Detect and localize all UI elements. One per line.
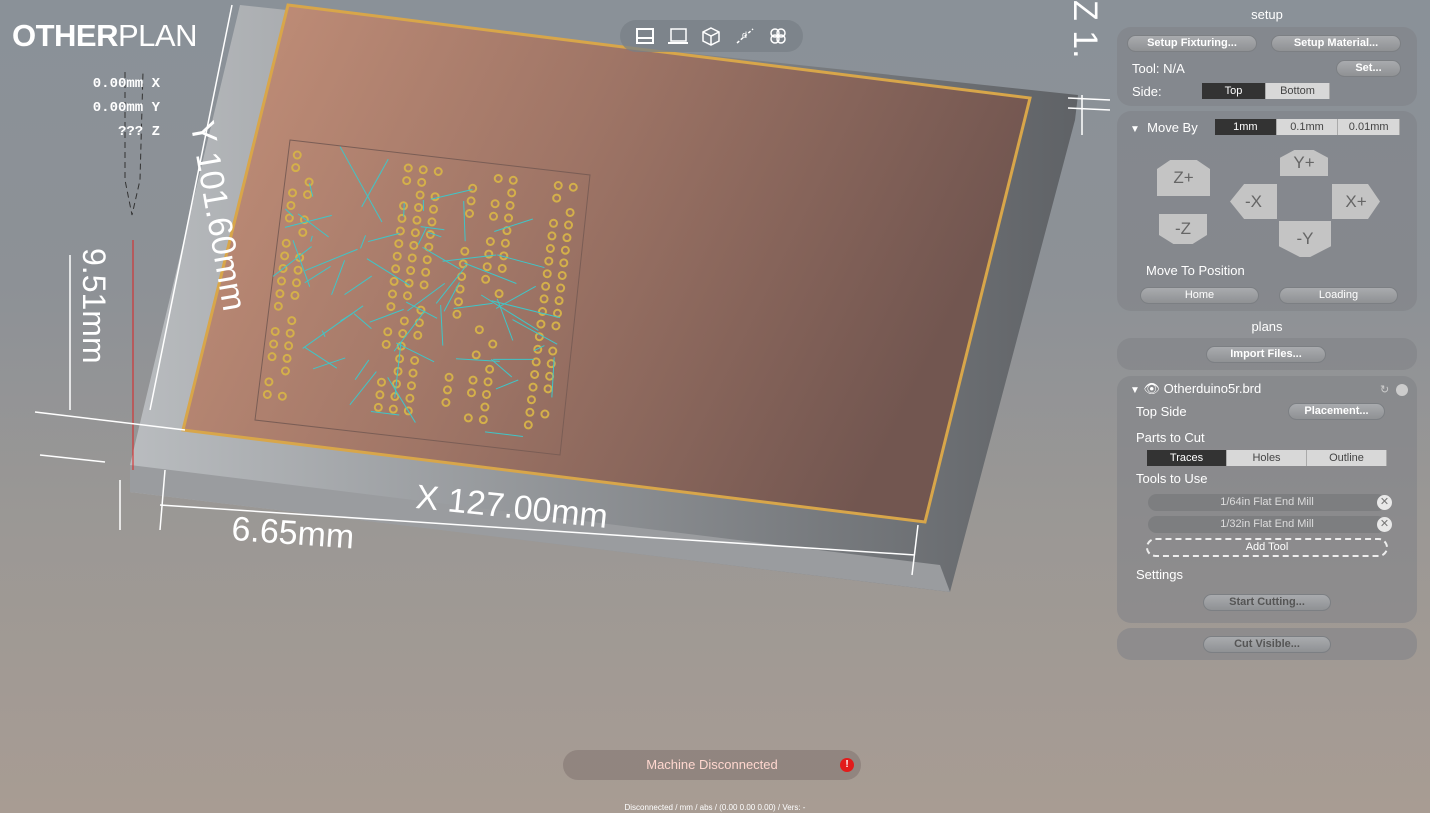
tools-to-use-label: Tools to Use (1136, 471, 1208, 486)
tool-item[interactable]: 1/32in Flat End Mill ✕ (1148, 516, 1392, 533)
parts-to-cut-label: Parts to Cut (1136, 430, 1205, 445)
set-tool-button[interactable]: Set... (1336, 60, 1401, 77)
step-0.01mm[interactable]: 0.01mm (1338, 119, 1401, 135)
remove-tool-icon[interactable]: ✕ (1377, 517, 1392, 532)
otherplan-logo: OTHERPLAN (12, 18, 197, 53)
x-readout: 0.00mm X (92, 76, 160, 92)
start-cutting-button[interactable]: Start Cutting... (1203, 594, 1331, 611)
layers-icon[interactable] (765, 24, 791, 48)
settings-label: Settings (1136, 567, 1183, 582)
tool-item[interactable]: 1/64in Flat End Mill ✕ (1148, 494, 1392, 511)
disclosure-triangle-icon: ▼ (1130, 385, 1140, 396)
y-offset-label: 9.51mm (76, 248, 112, 364)
z-dimension-label: Z 1. (1066, 0, 1104, 59)
side-label: Side: (1132, 84, 1162, 99)
cut-visible-button[interactable]: Cut Visible... (1203, 636, 1331, 653)
loading-button[interactable]: Loading (1279, 287, 1398, 304)
tool-label: Tool: N/A (1132, 61, 1185, 76)
tool-value: N/A (1163, 61, 1185, 76)
jog-z-plus[interactable]: Z+ (1157, 160, 1210, 196)
top-view-icon[interactable] (632, 24, 658, 48)
visibility-eye-icon[interactable]: 👁 (1144, 381, 1161, 396)
z-readout: ??? Z (117, 124, 160, 140)
status-footer: Disconnected / mm / abs / (0.00 0.00 0.0… (624, 803, 806, 812)
plan-file-name: Otherduino5r.brd (1163, 381, 1262, 396)
warning-icon: ! (840, 758, 854, 772)
home-button[interactable]: Home (1140, 287, 1259, 304)
add-tool-button[interactable]: Add Tool (1146, 538, 1388, 557)
ratsnest-line (403, 203, 405, 217)
copper-sheet (181, 3, 1032, 524)
setup-material-button[interactable]: Setup Material... (1271, 35, 1401, 52)
step-1mm[interactable]: 1mm (1215, 119, 1277, 135)
setup-fixturing-button[interactable]: Setup Fixturing... (1127, 35, 1257, 52)
remove-plan-icon[interactable] (1396, 384, 1408, 396)
disclosure-triangle-icon: ▼ (1130, 124, 1140, 135)
3d-viewport[interactable] (0, 0, 1110, 800)
position-readout: 0.00mm X 0.00mm Y ??? Z (60, 72, 160, 144)
plans-title: plans (1251, 319, 1283, 334)
step-selector: 1mm 0.1mm 0.01mm (1215, 119, 1401, 135)
view-toolbar: d (620, 20, 803, 52)
part-traces[interactable]: Traces (1147, 450, 1227, 466)
placement-button[interactable]: Placement... (1288, 403, 1385, 420)
setup-title: setup (1251, 7, 1283, 22)
parts-selector: Traces Holes Outline (1147, 450, 1387, 466)
side-bottom[interactable]: Bottom (1266, 83, 1330, 99)
remove-tool-icon[interactable]: ✕ (1377, 495, 1392, 510)
plan-file-header[interactable]: ▼ 👁 Otherduino5r.brd (1130, 381, 1261, 397)
move-to-position-label: Move To Position (1146, 263, 1245, 278)
iso-view-icon[interactable] (698, 24, 724, 48)
part-outline[interactable]: Outline (1307, 450, 1387, 466)
measure-icon[interactable]: d (732, 24, 758, 48)
refresh-icon[interactable]: ↻ (1380, 383, 1389, 396)
front-view-icon[interactable] (665, 24, 691, 48)
svg-text:d: d (742, 30, 747, 40)
import-files-button[interactable]: Import Files... (1206, 346, 1326, 363)
side-selector: Top Bottom (1202, 83, 1330, 99)
side-info: Top Side (1136, 404, 1187, 419)
side-top[interactable]: Top (1202, 83, 1266, 99)
step-0.1mm[interactable]: 0.1mm (1276, 119, 1339, 135)
part-holes[interactable]: Holes (1227, 450, 1307, 466)
y-readout: 0.00mm Y (92, 100, 160, 116)
machine-status[interactable]: Machine Disconnected! (563, 750, 861, 780)
move-by-toggle[interactable]: ▼ Move By (1130, 120, 1198, 135)
